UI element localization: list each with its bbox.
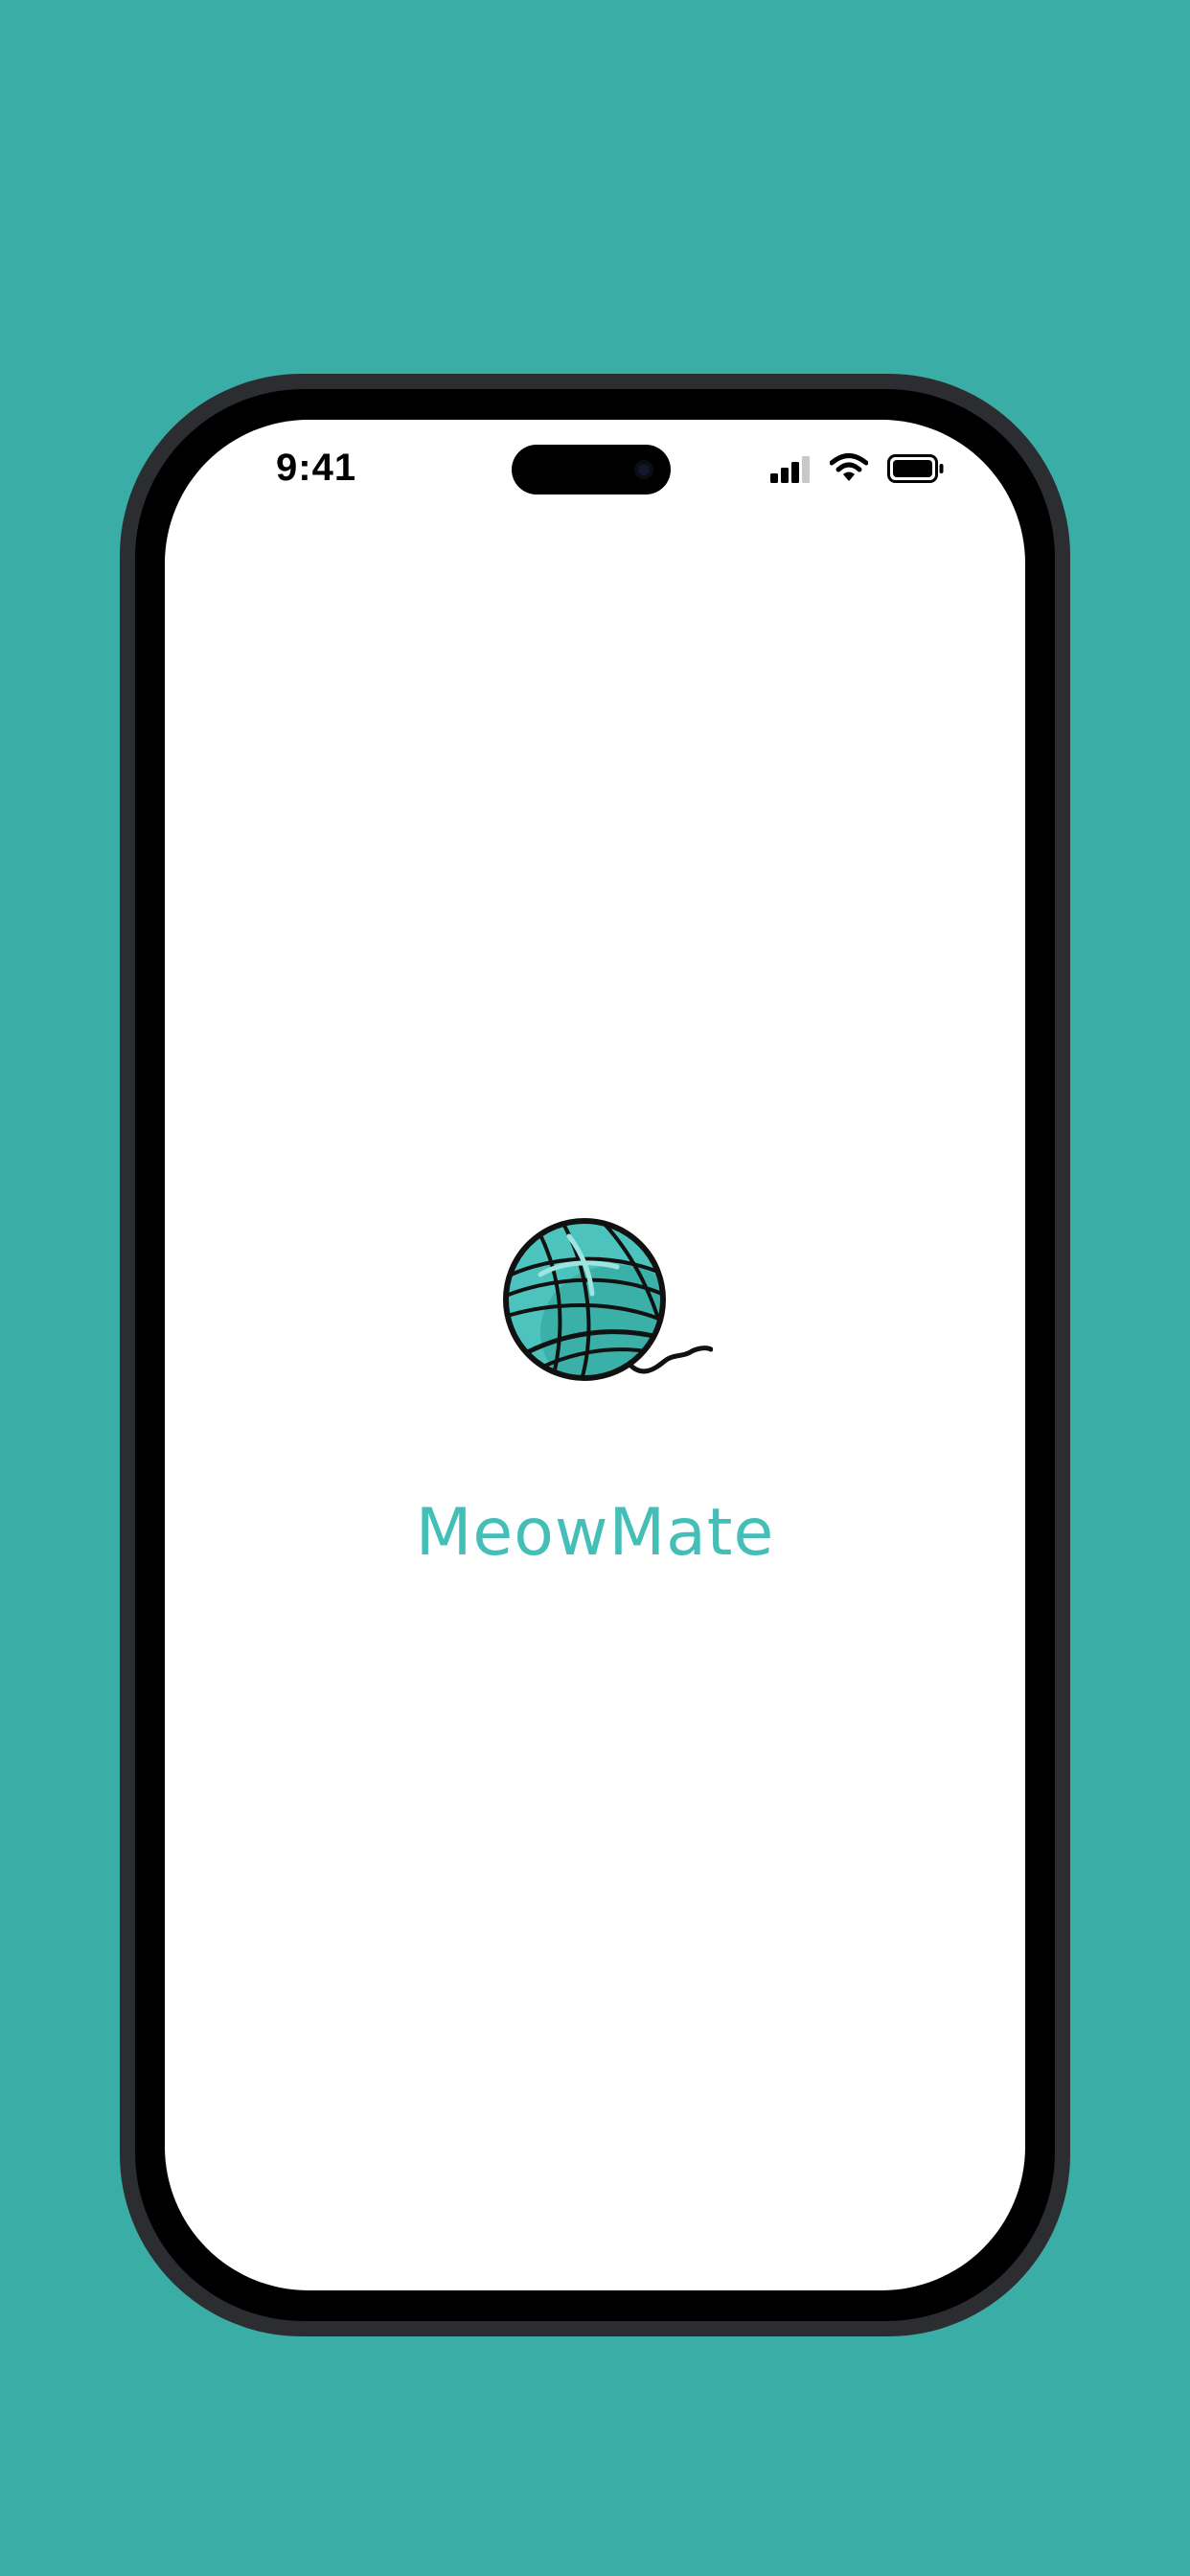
app-title: MeowMate	[415, 1495, 775, 1571]
cellular-signal-icon	[770, 456, 810, 483]
yarn-ball-icon	[503, 1218, 713, 1381]
status-icons	[770, 452, 944, 487]
dynamic-island	[512, 445, 671, 494]
status-time: 9:41	[276, 447, 357, 489]
wifi-icon	[830, 453, 868, 481]
battery-icon	[887, 454, 944, 483]
front-camera-icon	[634, 460, 653, 479]
phone-screen: 9:41 MeowMate	[165, 420, 1025, 2290]
